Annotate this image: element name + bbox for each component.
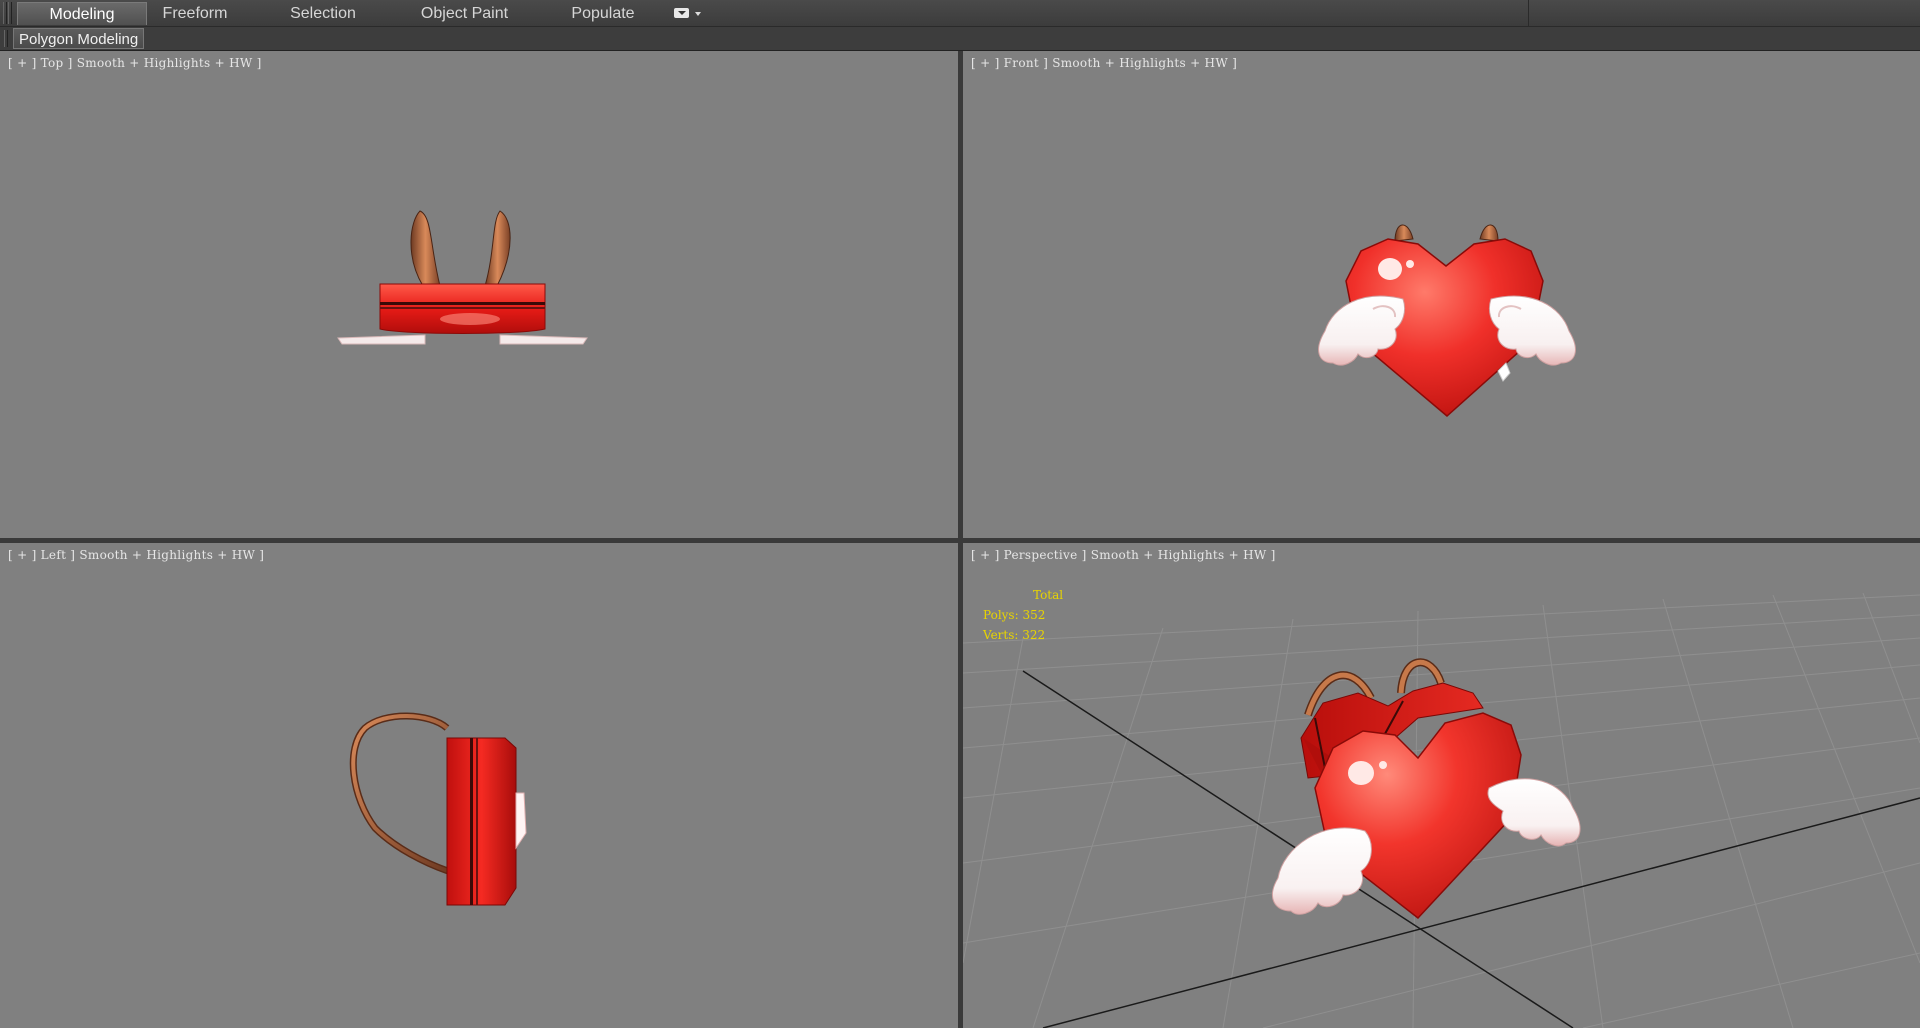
ribbon-grip[interactable] [3,2,7,24]
viewport-top[interactable]: [ + ] Top ] Smooth + Highlights + HW ] [0,51,958,538]
heart-backpack-front-view [1318,224,1576,417]
stats-polys: Polys: 352 [983,608,1046,622]
viewport-label-top[interactable]: [ + ] Top ] Smooth + Highlights + HW ] [8,56,262,70]
chevron-down-icon [695,12,701,16]
ribbon-options-dropdown[interactable] [672,5,704,23]
polygon-modeling-panel[interactable]: Polygon Modeling [13,28,145,49]
viewport-splitter-horizontal[interactable] [0,538,1920,543]
stats-verts: Verts: 322 [983,628,1046,642]
tab-modeling[interactable]: Modeling [17,2,147,25]
ribbon-tabbar: Modeling Freeform Selection Object Paint… [0,0,1920,27]
tab-freeform[interactable]: Freeform [150,2,240,25]
panel-grip[interactable] [4,30,8,47]
tab-populate[interactable]: Populate [558,2,648,25]
viewport-label-left[interactable]: [ + ] Left ] Smooth + Highlights + HW ] [8,548,264,562]
tab-selection[interactable]: Selection [278,2,368,25]
ribbon-grip[interactable] [8,2,12,24]
viewport-label-perspective[interactable]: [ + ] Perspective ] Smooth + Highlights … [971,548,1276,562]
stats-title: Total [1033,588,1064,602]
ribbon-options-icon [674,8,689,18]
heart-backpack-left-view [349,712,527,906]
scene-statistics: Total Polys: 352 Verts: 322 [983,585,1063,645]
viewport-label-front[interactable]: [ + ] Front ] Smooth + Highlights + HW ] [971,56,1237,70]
heart-backpack-perspective-view [963,592,1920,1028]
ribbon-panel-bar: Polygon Modeling [0,27,1920,51]
viewport-left[interactable]: [ + ] Left ] Smooth + Highlights + HW ] [0,543,958,1028]
heart-backpack-top-view [337,210,588,345]
tab-object-paint[interactable]: Object Paint [412,2,517,25]
divider [1528,0,1529,27]
viewport-perspective[interactable]: [ + ] Perspective ] Smooth + Highlights … [963,543,1920,1028]
viewport-front[interactable]: [ + ] Front ] Smooth + Highlights + HW ] [963,51,1920,538]
